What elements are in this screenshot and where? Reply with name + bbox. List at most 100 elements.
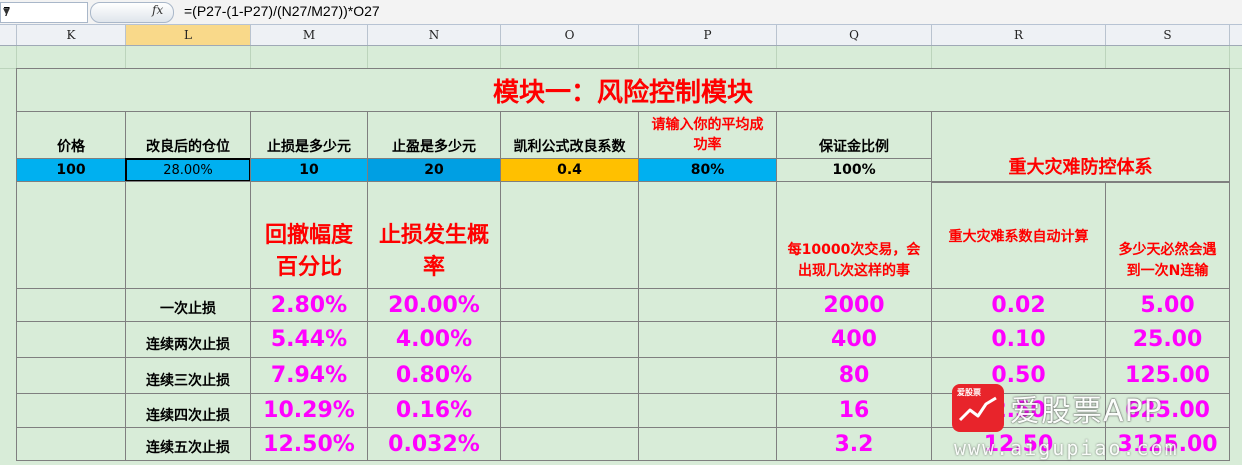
column-header-l[interactable]: L [126, 25, 251, 45]
row-count[interactable]: 16 [776, 393, 932, 428]
chart-line-icon [958, 396, 997, 422]
row-label[interactable]: 连续三次止损 [125, 357, 251, 394]
row-drawdown[interactable]: 7.94% [250, 357, 368, 394]
row-header-corner[interactable] [0, 25, 17, 45]
row-drawdown[interactable]: 2.80% [250, 288, 368, 322]
empty-cell[interactable] [500, 357, 639, 394]
value-kelly[interactable]: 0.4 [500, 158, 639, 182]
header-stop-probability[interactable]: 止损发生概 率 [367, 181, 501, 289]
header-drawdown[interactable]: 回撤幅度 百分比 [250, 181, 368, 289]
empty-cell[interactable] [500, 288, 639, 322]
empty-cell[interactable] [16, 288, 126, 322]
column-header-n[interactable]: N [368, 25, 501, 45]
gridline [367, 46, 368, 68]
gridline [931, 46, 932, 68]
name-box[interactable]: 7 ▼ [0, 2, 88, 23]
header-disaster-coef[interactable]: 重大灾难系数自动计算 [931, 181, 1106, 289]
empty-cell[interactable] [500, 321, 639, 358]
disaster-title[interactable]: 重大灾难防控体系 [931, 111, 1230, 183]
empty-cell[interactable] [638, 357, 777, 394]
gridline [125, 46, 126, 68]
row-probability[interactable]: 4.00% [367, 321, 501, 358]
row-count[interactable]: 2000 [776, 288, 932, 322]
empty-cell[interactable] [638, 321, 777, 358]
gridline [16, 46, 17, 68]
module-title[interactable]: 模块一：风险控制模块 [16, 68, 1230, 112]
column-header-p[interactable]: P [639, 25, 777, 45]
value-price[interactable]: 100 [16, 158, 126, 182]
empty-cell[interactable] [638, 427, 777, 461]
gridline [776, 46, 777, 68]
empty-cell[interactable] [638, 181, 777, 289]
row-drawdown[interactable]: 5.44% [250, 321, 368, 358]
empty-cell[interactable] [16, 427, 126, 461]
insert-function-icon[interactable]: fx [152, 3, 163, 17]
column-header-r[interactable]: R [932, 25, 1106, 45]
row-probability[interactable]: 0.032% [367, 427, 501, 461]
value-margin[interactable]: 100% [776, 158, 932, 182]
watermark-brand: 爱股票APP [1010, 394, 1163, 429]
row-drawdown[interactable]: 10.29% [250, 393, 368, 428]
header-days-line1: 多少天必然会遇 [1118, 242, 1217, 258]
row-probability[interactable]: 20.00% [367, 288, 501, 322]
header-kelly[interactable]: 凯利公式改良系数 [500, 111, 639, 159]
row-coef[interactable]: 0.02 [931, 288, 1106, 322]
value-take-profit[interactable]: 20 [367, 158, 501, 182]
gridline [250, 46, 251, 68]
header-win-rate-line2: 功率 [693, 137, 722, 153]
header-position[interactable]: 改良后的仓位 [125, 111, 251, 159]
header-margin[interactable]: 保证金比例 [776, 111, 932, 159]
value-stop-loss[interactable]: 10 [250, 158, 368, 182]
row-count[interactable]: 3.2 [776, 427, 932, 461]
row-count[interactable]: 80 [776, 357, 932, 394]
empty-cell[interactable] [16, 181, 126, 289]
empty-cell[interactable] [638, 393, 777, 428]
row-drawdown[interactable]: 12.50% [250, 427, 368, 461]
value-win-rate[interactable]: 80% [638, 158, 777, 182]
chevron-down-icon[interactable]: ▼ [3, 3, 10, 22]
row-probability[interactable]: 0.80% [367, 357, 501, 394]
header-drawdown-line1: 回撤幅度 [264, 223, 353, 248]
column-header-k[interactable]: K [17, 25, 126, 45]
gridline [638, 46, 639, 68]
column-header-m[interactable]: M [251, 25, 368, 45]
header-drawdown-line2: 百分比 [275, 255, 342, 280]
header-stop-probability-line1: 止损发生概 [378, 223, 489, 248]
gridline [1229, 46, 1230, 68]
empty-cell[interactable] [16, 393, 126, 428]
empty-cell[interactable] [16, 321, 126, 358]
empty-cell[interactable] [125, 181, 251, 289]
row-label[interactable]: 连续两次止损 [125, 321, 251, 358]
empty-cell[interactable] [638, 288, 777, 322]
header-per-10000[interactable]: 每10000次交易，会 出现几次这样的事 [776, 181, 932, 289]
column-header-o[interactable]: O [501, 25, 639, 45]
value-position[interactable]: 28.00% [125, 158, 251, 182]
row-probability[interactable]: 0.16% [367, 393, 501, 428]
header-price[interactable]: 价格 [16, 111, 126, 159]
app-logo-icon: 爱股票 [952, 384, 1004, 432]
header-per-10000-line1: 每10000次交易，会 [787, 242, 921, 258]
formula-input[interactable]: =(P27-(1-P27)/(N27/M27))*O27 [184, 3, 380, 19]
header-win-rate[interactable]: 请输入你的平均成 功率 [638, 111, 777, 159]
row-coef[interactable]: 0.10 [931, 321, 1106, 358]
column-header-row: K L M N O P Q R S [0, 25, 1242, 46]
header-days[interactable]: 多少天必然会遇 到一次N连输 [1105, 181, 1230, 289]
header-win-rate-line1: 请输入你的平均成 [651, 117, 764, 133]
row-label[interactable]: 一次止损 [125, 288, 251, 322]
row-count[interactable]: 400 [776, 321, 932, 358]
header-days-line2: 到一次N连输 [1126, 263, 1209, 279]
column-header-s[interactable]: S [1106, 25, 1230, 45]
empty-cell[interactable] [500, 393, 639, 428]
row-days[interactable]: 5.00 [1105, 288, 1230, 322]
row-label[interactable]: 连续四次止损 [125, 393, 251, 428]
header-take-profit[interactable]: 止盈是多少元 [367, 111, 501, 159]
column-header-q[interactable]: Q [777, 25, 932, 45]
empty-cell[interactable] [500, 427, 639, 461]
empty-cell[interactable] [16, 357, 126, 394]
gridline [500, 46, 501, 68]
empty-cell[interactable] [500, 181, 639, 289]
row-days[interactable]: 25.00 [1105, 321, 1230, 358]
row-label[interactable]: 连续五次止损 [125, 427, 251, 461]
gridline [1105, 46, 1106, 68]
header-stop-loss[interactable]: 止损是多少元 [250, 111, 368, 159]
